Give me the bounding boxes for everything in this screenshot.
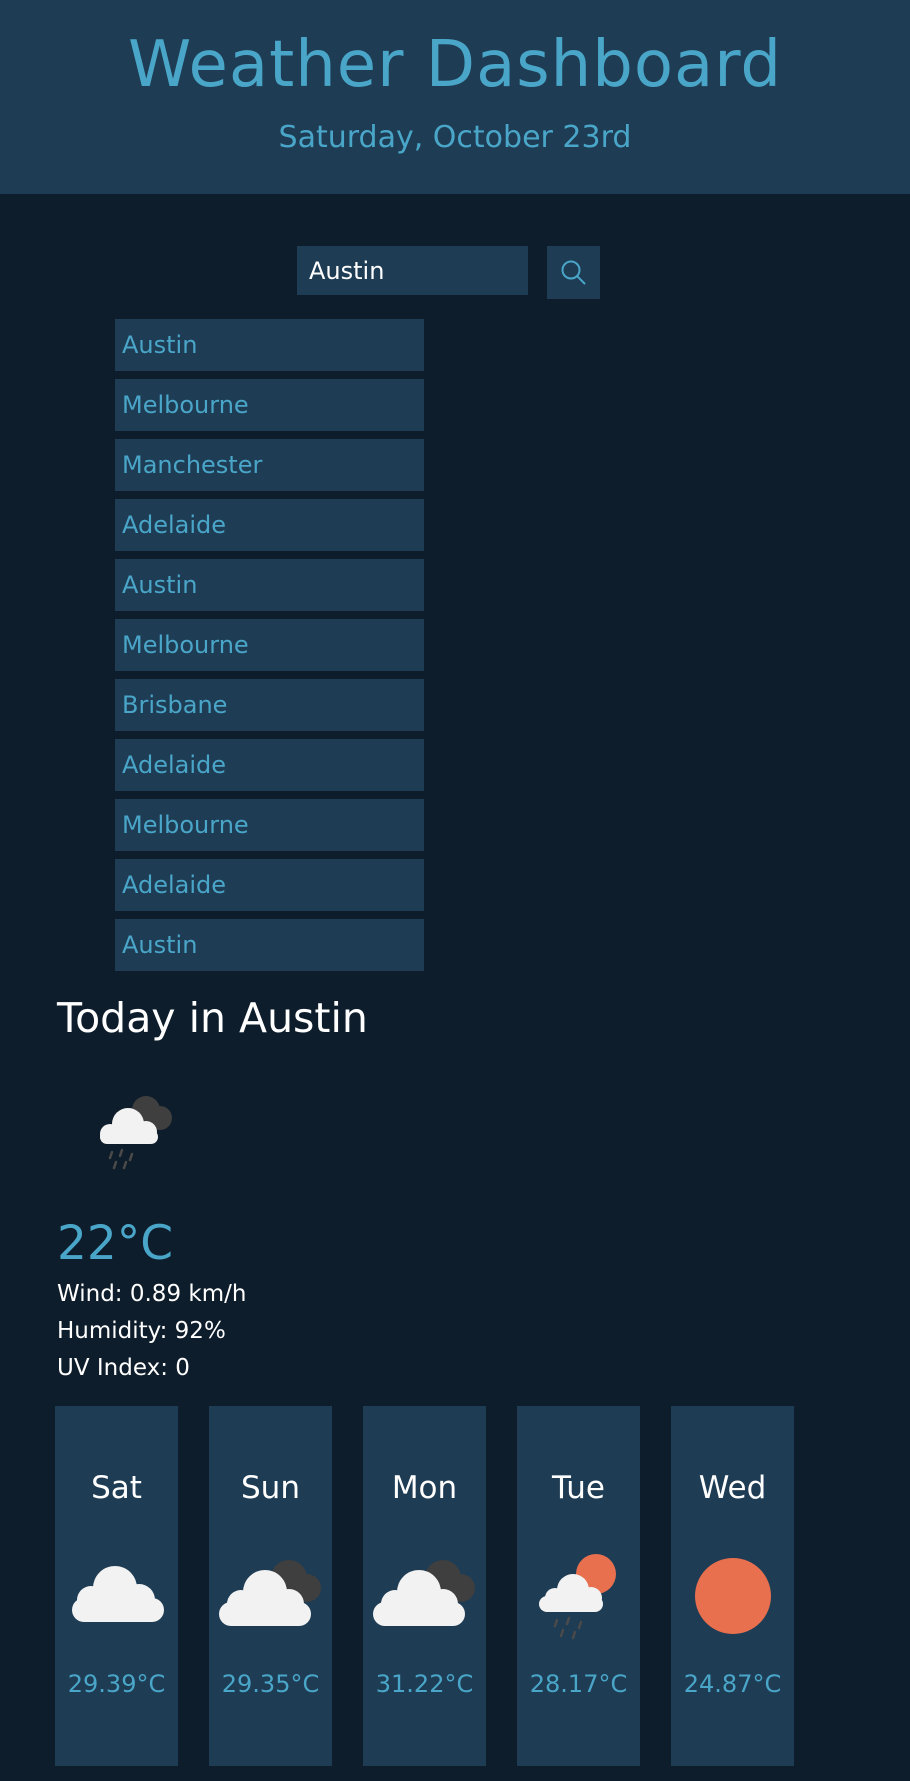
clouds-icon xyxy=(219,1560,321,1626)
history-item[interactable]: Austin xyxy=(115,319,424,371)
history-item[interactable]: Adelaide xyxy=(115,499,424,551)
history-item[interactable]: Adelaide xyxy=(115,859,424,911)
history-item[interactable]: Melbourne xyxy=(115,619,424,671)
sun-rain-cloud-icon xyxy=(539,1554,616,1640)
forecast-card: Sat 29.39°C xyxy=(55,1406,178,1766)
cloud-rain-icon xyxy=(100,1096,172,1170)
forecast-day: Mon xyxy=(391,1470,458,1506)
history-item[interactable]: Manchester xyxy=(115,439,424,491)
page-title: Weather Dashboard xyxy=(127,28,783,102)
history-item[interactable]: Austin xyxy=(115,559,424,611)
search-icon xyxy=(561,260,586,285)
page-header: Weather Dashboard Saturday, October 23rd xyxy=(0,0,910,194)
cloud-icon xyxy=(72,1566,164,1622)
forecast-temp: 29.39°C xyxy=(67,1670,166,1698)
forecast-temp: 24.87°C xyxy=(683,1670,782,1698)
history-item[interactable]: Brisbane xyxy=(115,679,424,731)
history-item[interactable]: Melbourne xyxy=(115,799,424,851)
search-history-list: Austin Melbourne Manchester Adelaide Aus… xyxy=(115,319,424,979)
forecast-day: Wed xyxy=(698,1470,767,1506)
today-heading: Today in Austin xyxy=(57,994,368,1042)
forecast-temp: 31.22°C xyxy=(375,1670,474,1698)
forecast-card: Sun 29.35°C xyxy=(209,1406,332,1766)
humidity: Humidity: 92% xyxy=(57,1318,226,1344)
forecast-card: Mon 31.22°C xyxy=(363,1406,486,1766)
forecast-temp: 29.35°C xyxy=(221,1670,320,1698)
clouds-icon xyxy=(373,1560,475,1626)
forecast-day: Sat xyxy=(91,1470,142,1506)
uv-index: UV Index: 0 xyxy=(57,1355,190,1381)
wind-speed: Wind: 0.89 km/h xyxy=(57,1281,247,1307)
search-input[interactable] xyxy=(297,246,528,295)
forecast-day: Sun xyxy=(241,1470,300,1506)
history-item[interactable]: Austin xyxy=(115,919,424,971)
current-temperature: 22°C xyxy=(57,1216,174,1271)
sun-icon xyxy=(695,1558,771,1634)
forecast-temp: 28.17°C xyxy=(529,1670,628,1698)
history-item[interactable]: Adelaide xyxy=(115,739,424,791)
forecast-card: Wed 24.87°C xyxy=(671,1406,794,1766)
forecast-day: Tue xyxy=(552,1470,605,1506)
search-button[interactable] xyxy=(547,246,600,299)
current-date: Saturday, October 23rd xyxy=(278,120,632,155)
history-item[interactable]: Melbourne xyxy=(115,379,424,431)
forecast-card: Tue 28.17°C xyxy=(517,1406,640,1766)
